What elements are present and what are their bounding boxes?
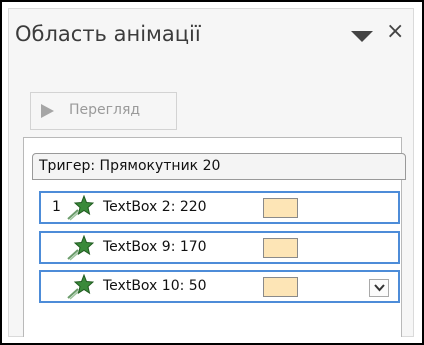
emphasis-star-icon: [67, 195, 94, 221]
animation-item-1[interactable]: 1 TextBox 2: 220: [39, 191, 400, 224]
emphasis-star-icon: [67, 235, 94, 261]
animation-list[interactable]: Тригер: Прямокутник 20 1 TextBox 2: 220 …: [23, 137, 406, 337]
timing-bar[interactable]: [263, 238, 298, 258]
animation-item-number: 1: [52, 199, 61, 215]
pane-title: Область анімації: [15, 22, 201, 46]
animation-item-label: TextBox 10: 50: [103, 278, 207, 294]
timing-bar[interactable]: [263, 277, 298, 297]
close-icon[interactable]: ×: [386, 21, 404, 43]
timing-bar[interactable]: [263, 198, 298, 218]
emphasis-star-icon: [67, 274, 94, 300]
play-button-label: Перегляд: [69, 102, 141, 118]
animation-item-2[interactable]: TextBox 9: 170: [39, 231, 400, 264]
animation-item-label: TextBox 9: 170: [103, 239, 207, 255]
play-button[interactable]: Перегляд: [30, 92, 177, 130]
dropdown-triangle-icon[interactable]: [351, 31, 373, 42]
animation-item-label: TextBox 2: 220: [103, 199, 207, 215]
trigger-header[interactable]: Тригер: Прямокутник 20: [32, 153, 406, 180]
chevron-down-icon: [374, 284, 385, 292]
play-icon: [41, 104, 54, 118]
animation-item-3[interactable]: TextBox 10: 50: [39, 270, 400, 303]
item-dropdown-button[interactable]: [369, 279, 389, 297]
